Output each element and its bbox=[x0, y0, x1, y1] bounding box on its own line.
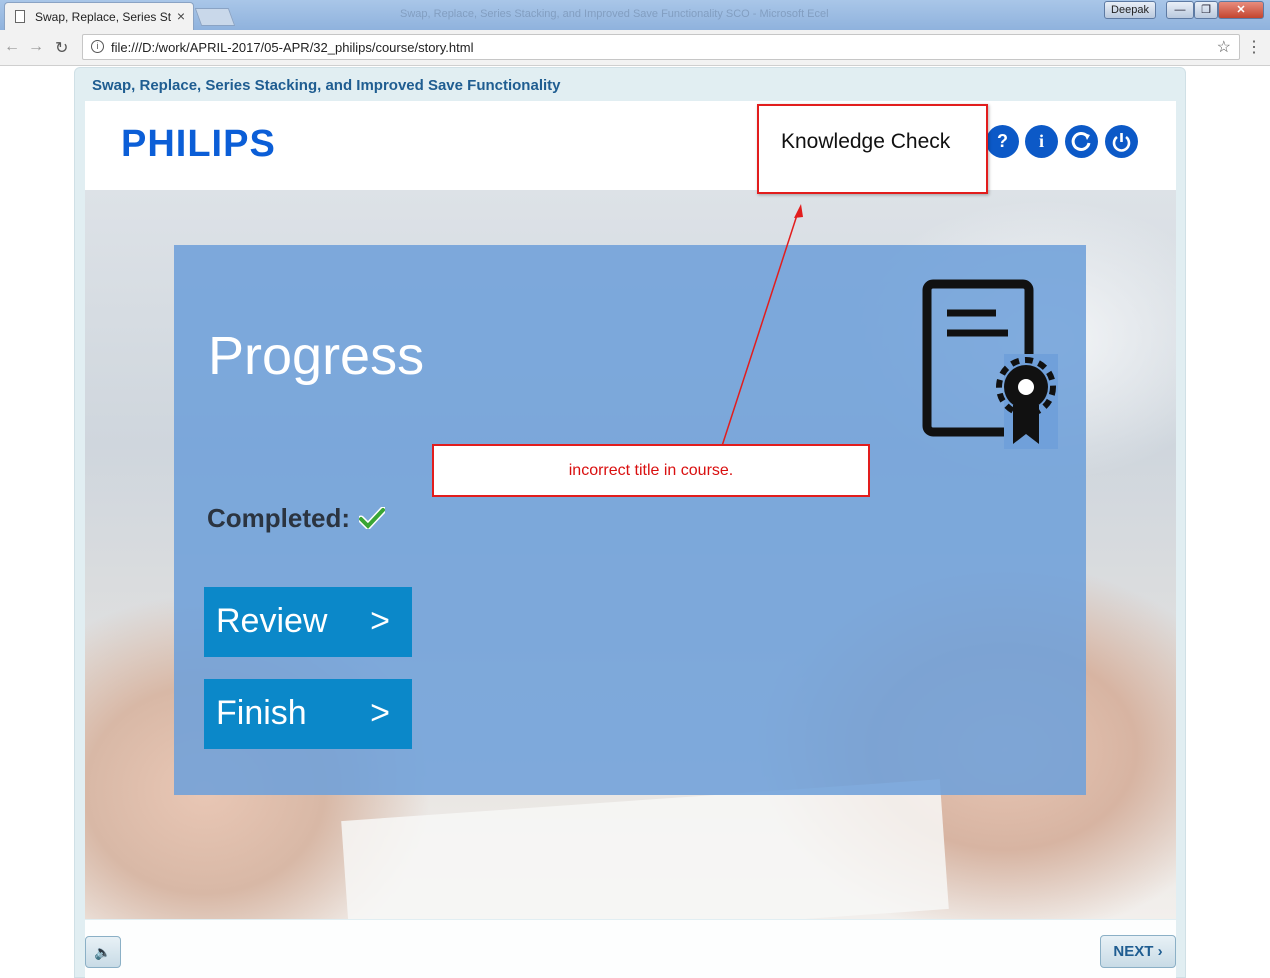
speaker-icon: 🔈 bbox=[94, 944, 112, 960]
chevron-right-icon: > bbox=[370, 694, 390, 732]
tab-close-icon[interactable]: × bbox=[177, 8, 185, 24]
info-button[interactable]: i bbox=[1025, 125, 1058, 158]
finish-button[interactable]: Finish > bbox=[204, 679, 412, 749]
player-controls: 🔈 NEXT › bbox=[85, 920, 1176, 978]
volume-button[interactable]: 🔈 bbox=[85, 936, 121, 968]
browser-tab[interactable]: Swap, Replace, Series Sta × bbox=[4, 2, 194, 30]
new-tab-button[interactable] bbox=[194, 8, 236, 26]
help-button[interactable]: ? bbox=[986, 125, 1019, 158]
slide: PHILIPS ? i Progress Completed: Review >… bbox=[85, 101, 1176, 919]
minimize-button[interactable]: — bbox=[1166, 1, 1194, 19]
bookmark-star-icon[interactable]: ☆ bbox=[1217, 37, 1231, 57]
window-titlebar: Swap, Replace, Series Sta × Swap, Replac… bbox=[0, 0, 1270, 30]
url-bar[interactable]: i file:///D:/work/APRIL-2017/05-APR/32_p… bbox=[82, 34, 1240, 60]
page-icon bbox=[15, 10, 25, 23]
annotation-callout: Knowledge Check bbox=[757, 104, 988, 194]
chevron-right-icon: › bbox=[1157, 943, 1163, 960]
restart-button[interactable] bbox=[1065, 125, 1098, 158]
close-window-button[interactable]: ✕ bbox=[1218, 1, 1264, 19]
chevron-right-icon: > bbox=[370, 602, 390, 640]
user-profile-button[interactable]: Deepak bbox=[1104, 1, 1156, 19]
mouse-cursor-icon: 〈 bbox=[1265, 840, 1270, 860]
philips-logo: PHILIPS bbox=[121, 123, 276, 165]
issue-note: incorrect title in course. bbox=[568, 462, 734, 479]
next-button-label: NEXT bbox=[1113, 943, 1154, 960]
certificate-icon bbox=[922, 279, 1058, 449]
checkmark-icon bbox=[359, 507, 385, 529]
review-button[interactable]: Review > bbox=[204, 587, 412, 657]
next-button[interactable]: NEXT › bbox=[1100, 935, 1176, 968]
document-paper bbox=[341, 779, 949, 919]
power-icon bbox=[1112, 133, 1131, 152]
forward-icon[interactable]: → bbox=[28, 38, 44, 56]
completed-label: Completed: bbox=[207, 503, 350, 533]
window-title: Swap, Replace, Series Stacking, and Impr… bbox=[400, 8, 829, 20]
info-icon[interactable]: i bbox=[91, 40, 104, 53]
callout-title: Knowledge Check bbox=[781, 130, 951, 153]
back-icon[interactable]: ← bbox=[4, 38, 20, 56]
address-toolbar: ← → ↻ i file:///D:/work/APRIL-2017/05-AP… bbox=[0, 30, 1270, 66]
restore-button[interactable]: ❐ bbox=[1194, 1, 1218, 19]
progress-panel: Progress Completed: Review > Finish > bbox=[174, 245, 1086, 795]
review-button-label: Review bbox=[216, 602, 328, 640]
menu-icon[interactable]: ⋮ bbox=[1246, 37, 1262, 57]
refresh-icon bbox=[1071, 131, 1091, 151]
annotation-arrow-icon bbox=[721, 204, 803, 447]
finish-button-label: Finish bbox=[216, 694, 307, 732]
url-text: file:///D:/work/APRIL-2017/05-APR/32_phi… bbox=[111, 40, 474, 55]
exit-button[interactable] bbox=[1105, 125, 1138, 158]
issue-annotation: incorrect title in course. bbox=[432, 444, 870, 497]
reload-icon[interactable]: ↻ bbox=[55, 38, 68, 58]
tab-title: Swap, Replace, Series Sta bbox=[35, 10, 171, 24]
course-player: Swap, Replace, Series Stacking, and Impr… bbox=[74, 67, 1186, 978]
course-title: Swap, Replace, Series Stacking, and Impr… bbox=[92, 77, 561, 94]
slide-title: Progress bbox=[208, 326, 425, 386]
